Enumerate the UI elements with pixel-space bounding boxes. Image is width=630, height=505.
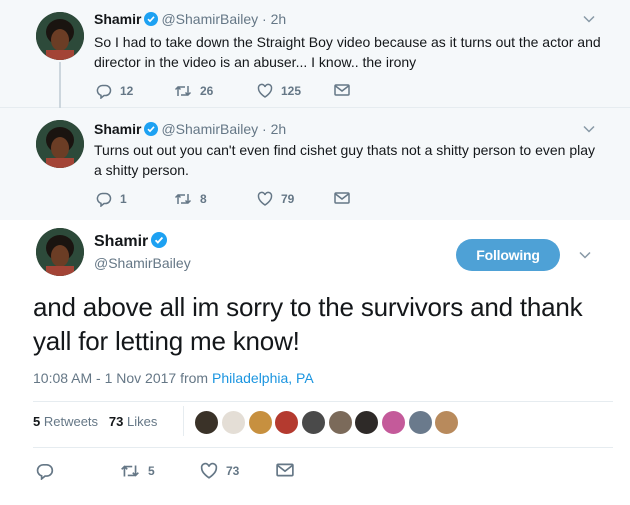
handle[interactable]: @ShamirBailey	[161, 11, 258, 27]
thread-tweet-2[interactable]: Shamir @ShamirBailey · 2h Turns out out y…	[0, 108, 630, 220]
liker-avatar[interactable]	[194, 410, 219, 435]
tweet-text: So I had to take down the Straight Boy v…	[94, 34, 601, 70]
chevron-down-icon[interactable]	[582, 12, 596, 26]
retweet-icon	[121, 465, 139, 477]
liker-avatar[interactable]	[354, 410, 379, 435]
reply-count: 1	[120, 192, 127, 206]
handle[interactable]: @ShamirBailey	[94, 255, 191, 271]
retweets-stat[interactable]: 5 Retweets	[33, 414, 98, 429]
direct-message-icon	[276, 463, 294, 477]
tweet-metadata: 10:08 AM - 1 Nov 2017 from Philadelphia,…	[33, 370, 314, 386]
liker-avatar[interactable]	[434, 410, 459, 435]
tweet-text: and above all im sorry to the survivors …	[33, 292, 583, 356]
display-name[interactable]: Shamir	[94, 11, 141, 27]
like-button[interactable]: 79	[257, 191, 294, 207]
reply-button[interactable]: 12	[96, 83, 133, 99]
following-button[interactable]: Following	[456, 239, 560, 271]
likes-count: 73	[108, 414, 124, 429]
likes-label: Likes	[123, 414, 158, 429]
like-count: 125	[281, 84, 302, 98]
liker-avatar[interactable]	[381, 410, 406, 435]
display-name-text[interactable]: Shamir	[94, 233, 148, 250]
reply-button[interactable]	[36, 462, 62, 480]
like-heart-icon	[257, 83, 273, 98]
chevron-down-icon[interactable]	[578, 248, 592, 262]
timestamp[interactable]: 2h	[271, 11, 287, 27]
handle[interactable]: @ShamirBailey	[161, 121, 258, 137]
main-tweet: Shamir @ShamirBailey Following and above…	[0, 220, 630, 505]
location-link[interactable]: Philadelphia, PA	[212, 370, 314, 386]
avatar[interactable]	[36, 120, 84, 168]
separator-dot: ·	[262, 11, 267, 27]
thread-tweet-1[interactable]: Shamir @ShamirBailey · 2h So I had to tak…	[0, 0, 630, 108]
reply-count: 12	[120, 84, 134, 98]
stats-separator	[183, 406, 184, 436]
like-count: 79	[281, 192, 295, 206]
timestamp[interactable]: 2h	[271, 121, 287, 137]
reply-button[interactable]: 1	[96, 191, 127, 207]
tweet-timestamp[interactable]: 10:08 AM - 1 Nov 2017 from	[33, 370, 212, 386]
liker-avatar[interactable]	[328, 410, 353, 435]
retweet-button[interactable]: 26	[174, 83, 213, 99]
engagement-stats: 5 Retweets 73 Likes	[33, 414, 157, 429]
tweet-header: Shamir @ShamirBailey · 2h	[94, 120, 286, 140]
verified-badge-icon	[144, 12, 159, 30]
retweets-label: Retweets	[40, 414, 99, 429]
display-name[interactable]: Shamir	[94, 121, 141, 137]
direct-message-button[interactable]	[276, 462, 302, 478]
tweet-text: Turns out out you can't even find cishet…	[94, 142, 596, 178]
like-heart-icon	[200, 462, 218, 479]
retweet-icon	[174, 193, 192, 205]
separator-dot: ·	[262, 121, 267, 137]
direct-message-icon	[334, 84, 350, 96]
reply-icon	[96, 192, 112, 207]
reply-icon	[96, 84, 112, 99]
reply-icon	[36, 463, 54, 480]
tweet-header: Shamir @ShamirBailey · 2h	[94, 10, 286, 30]
retweet-button[interactable]: 8	[174, 191, 207, 207]
liker-avatar[interactable]	[301, 410, 326, 435]
likes-stat[interactable]: 73 Likes	[109, 414, 157, 429]
liker-avatar[interactable]	[221, 410, 246, 435]
direct-message-button[interactable]	[334, 83, 358, 97]
like-count: 73	[226, 464, 240, 478]
retweet-count: 26	[200, 84, 214, 98]
divider	[33, 447, 613, 448]
direct-message-button[interactable]	[334, 191, 358, 205]
liker-avatar[interactable]	[248, 410, 273, 435]
avatar[interactable]	[36, 12, 84, 60]
chevron-down-icon[interactable]	[582, 122, 596, 136]
direct-message-icon	[334, 192, 350, 204]
retweet-count: 8	[200, 192, 207, 206]
like-heart-icon	[257, 191, 273, 206]
like-button[interactable]: 73	[200, 462, 239, 480]
retweet-count: 5	[148, 464, 155, 478]
divider	[33, 401, 613, 402]
liker-avatar[interactable]	[274, 410, 299, 435]
verified-badge-icon	[144, 122, 159, 140]
liker-avatar[interactable]	[408, 410, 433, 435]
avatar[interactable]	[36, 228, 84, 276]
display-name[interactable]: Shamir	[94, 232, 170, 254]
like-button[interactable]: 125	[257, 83, 301, 99]
retweet-icon	[174, 85, 192, 97]
verified-badge-icon	[151, 232, 168, 254]
retweet-button[interactable]: 5	[120, 462, 155, 480]
